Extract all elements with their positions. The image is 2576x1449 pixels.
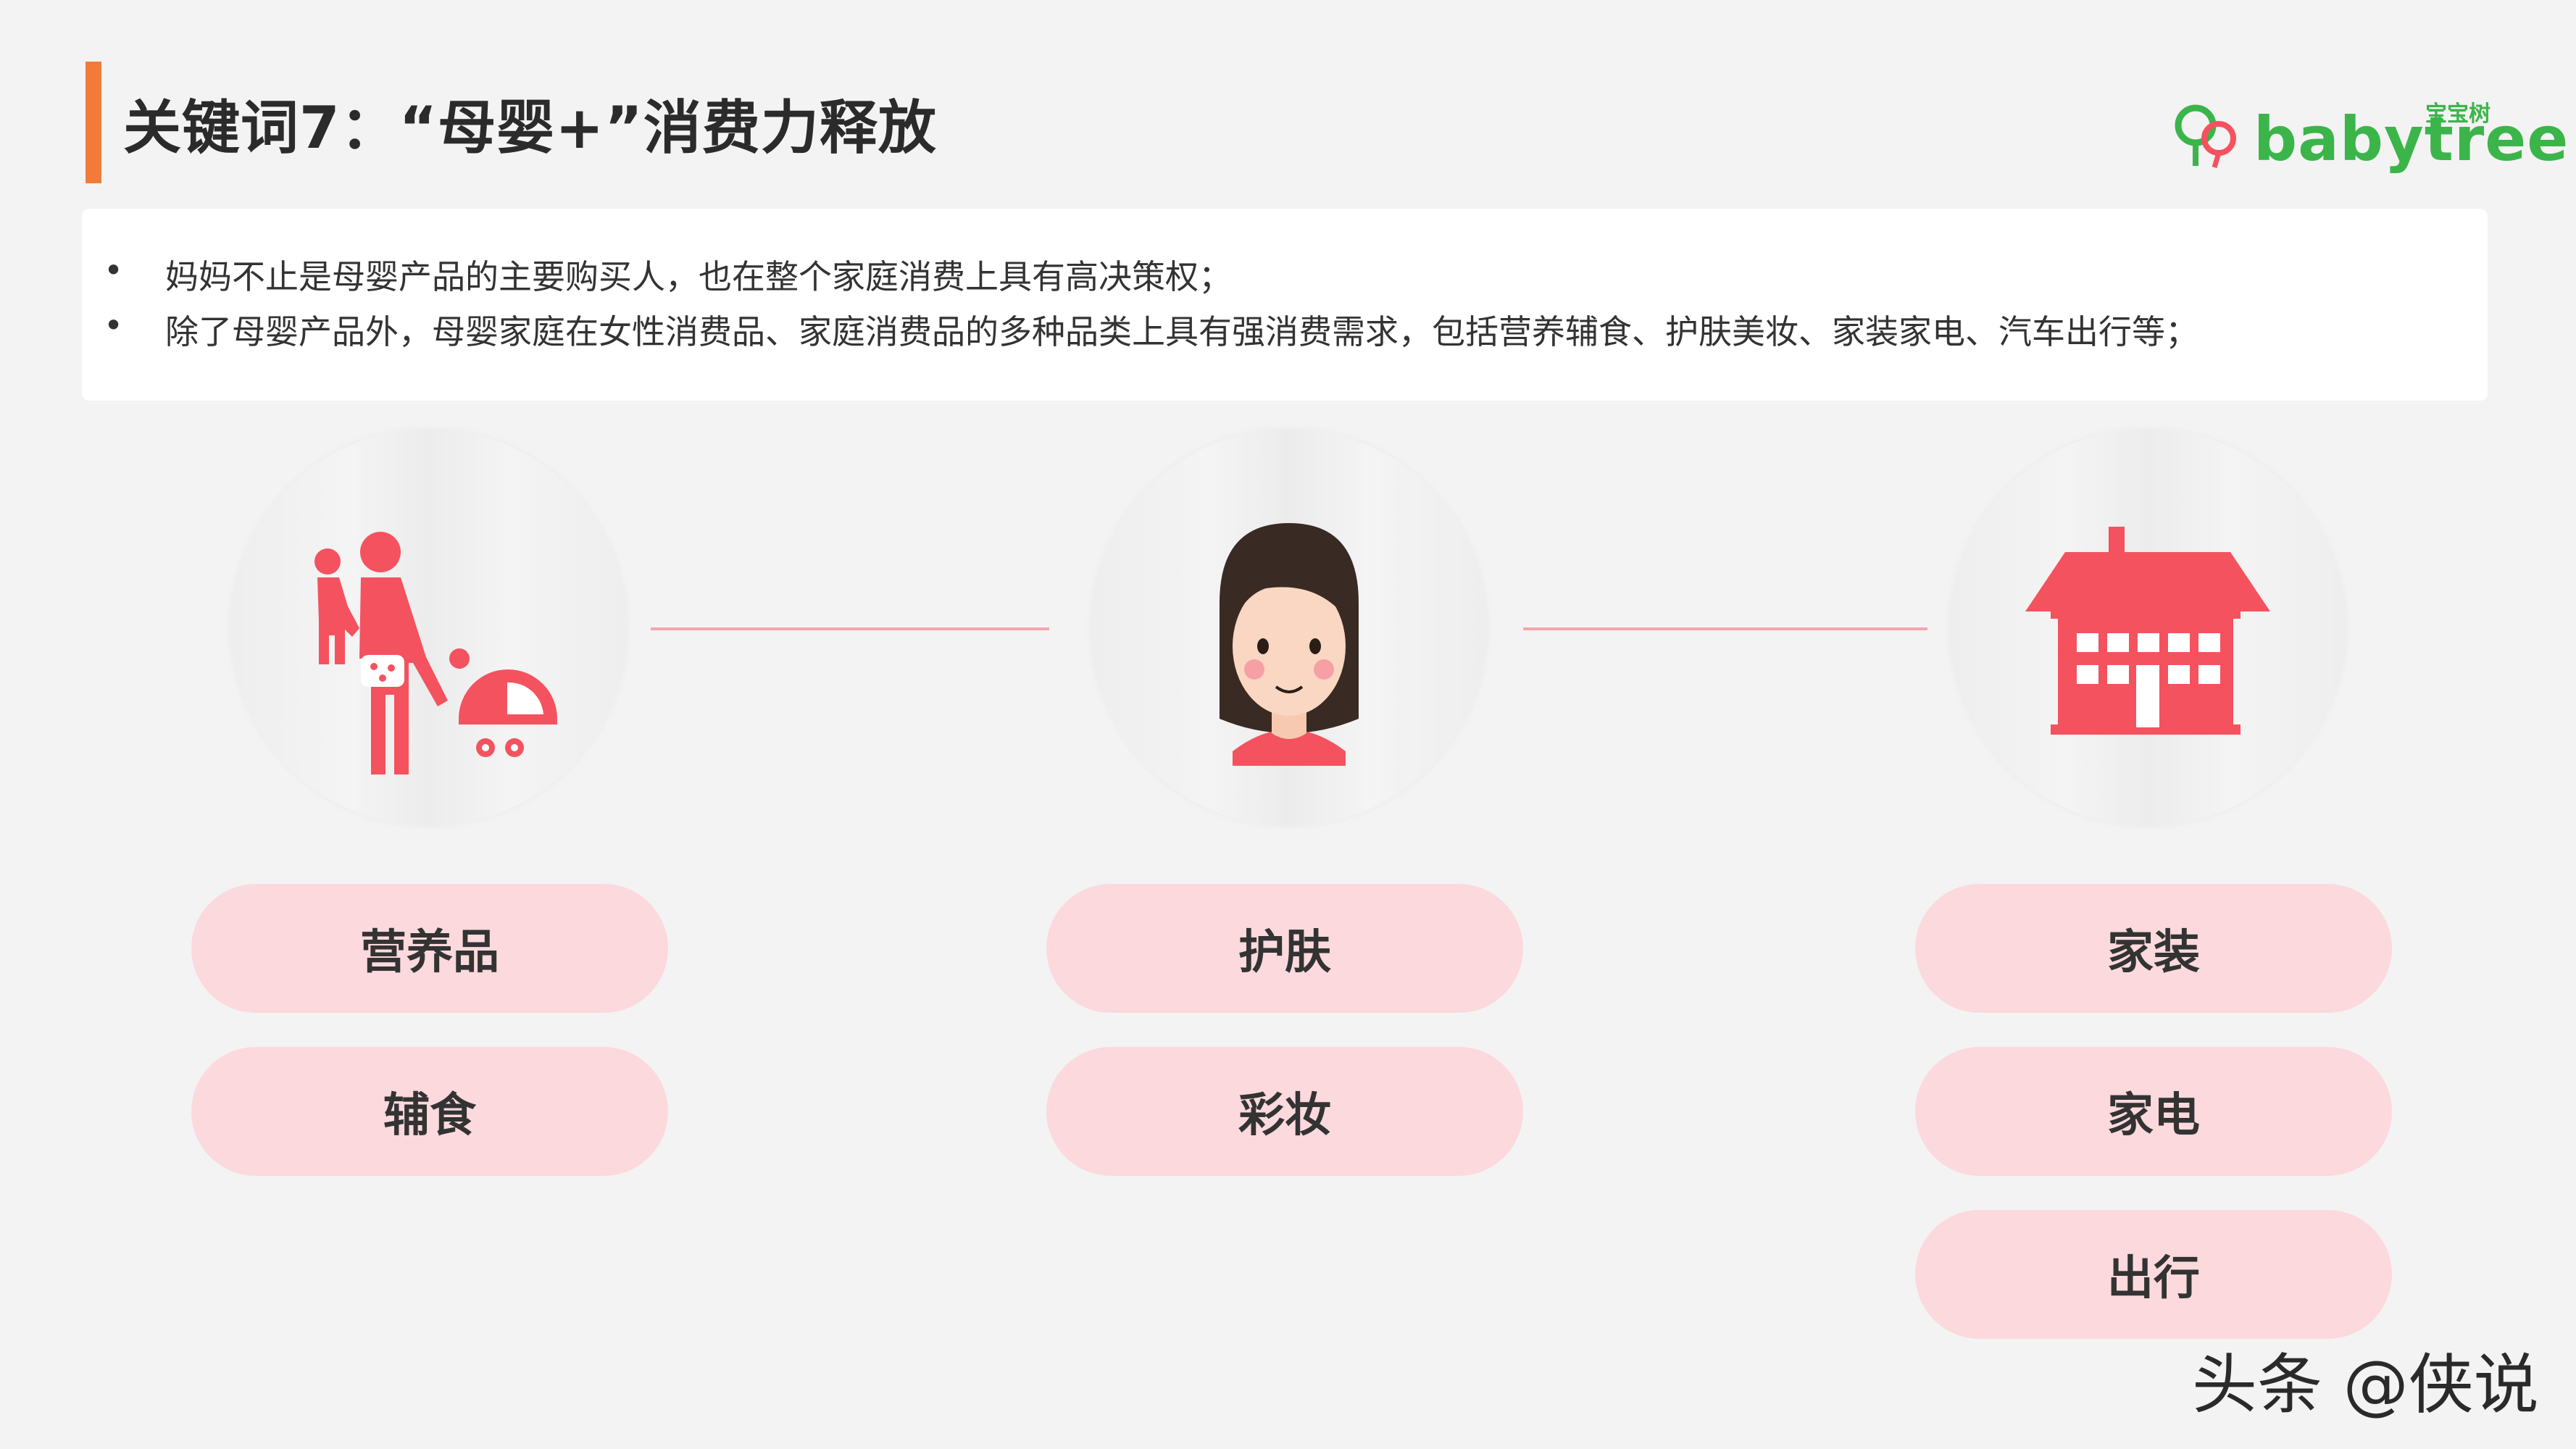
tag-pill: 家电 xyxy=(1915,1047,2392,1176)
page-title: 关键词7：“母婴+”消费力释放 xyxy=(123,94,937,162)
tag-pill: 营养品 xyxy=(191,884,668,1013)
tag-pill: 出行 xyxy=(1915,1210,2392,1339)
bullet-item: • 妈妈不止是母婴产品的主要购买人，也在整个家庭消费上具有高决策权； xyxy=(82,251,2488,306)
mother-stroller-icon xyxy=(314,532,557,774)
house-icon xyxy=(2025,527,2270,735)
tag-pill: 护肤 xyxy=(1046,884,1523,1013)
tag-pill: 彩妆 xyxy=(1046,1047,1523,1176)
connector-line xyxy=(651,627,1049,630)
circle-house xyxy=(1949,429,2346,826)
bullet-dot: • xyxy=(104,251,124,290)
bullet-dot: • xyxy=(104,306,124,345)
circle-mother xyxy=(230,429,628,826)
tag-pill: 辅食 xyxy=(191,1047,668,1176)
bullet-item: • 除了母婴产品外，母婴家庭在女性消费品、家庭消费品的多种品类上具有强消费需求，… xyxy=(82,306,2488,361)
connector-line xyxy=(1523,627,1927,630)
logo-text-en: babytree xyxy=(2254,104,2569,175)
tag-pill: 家装 xyxy=(1915,884,2392,1013)
bullet-text: 除了母婴产品外，母婴家庭在女性消费品、家庭消费品的多种品类上具有强消费需求，包括… xyxy=(165,312,2198,351)
logo-text-cn: 宝宝树 xyxy=(2425,101,2490,127)
watermark: 头条 @侠说 xyxy=(2192,1347,2539,1423)
babytree-logo-icon xyxy=(2175,104,2236,169)
circle-woman xyxy=(1091,429,1488,826)
bullet-text: 妈妈不止是母婴产品的主要购买人，也在整个家庭消费上具有高决策权； xyxy=(165,257,1232,296)
title-accent-bar xyxy=(86,62,101,183)
summary-box: • 妈妈不止是母婴产品的主要购买人，也在整个家庭消费上具有高决策权； • 除了母… xyxy=(82,209,2488,401)
woman-face-icon xyxy=(1220,523,1359,766)
